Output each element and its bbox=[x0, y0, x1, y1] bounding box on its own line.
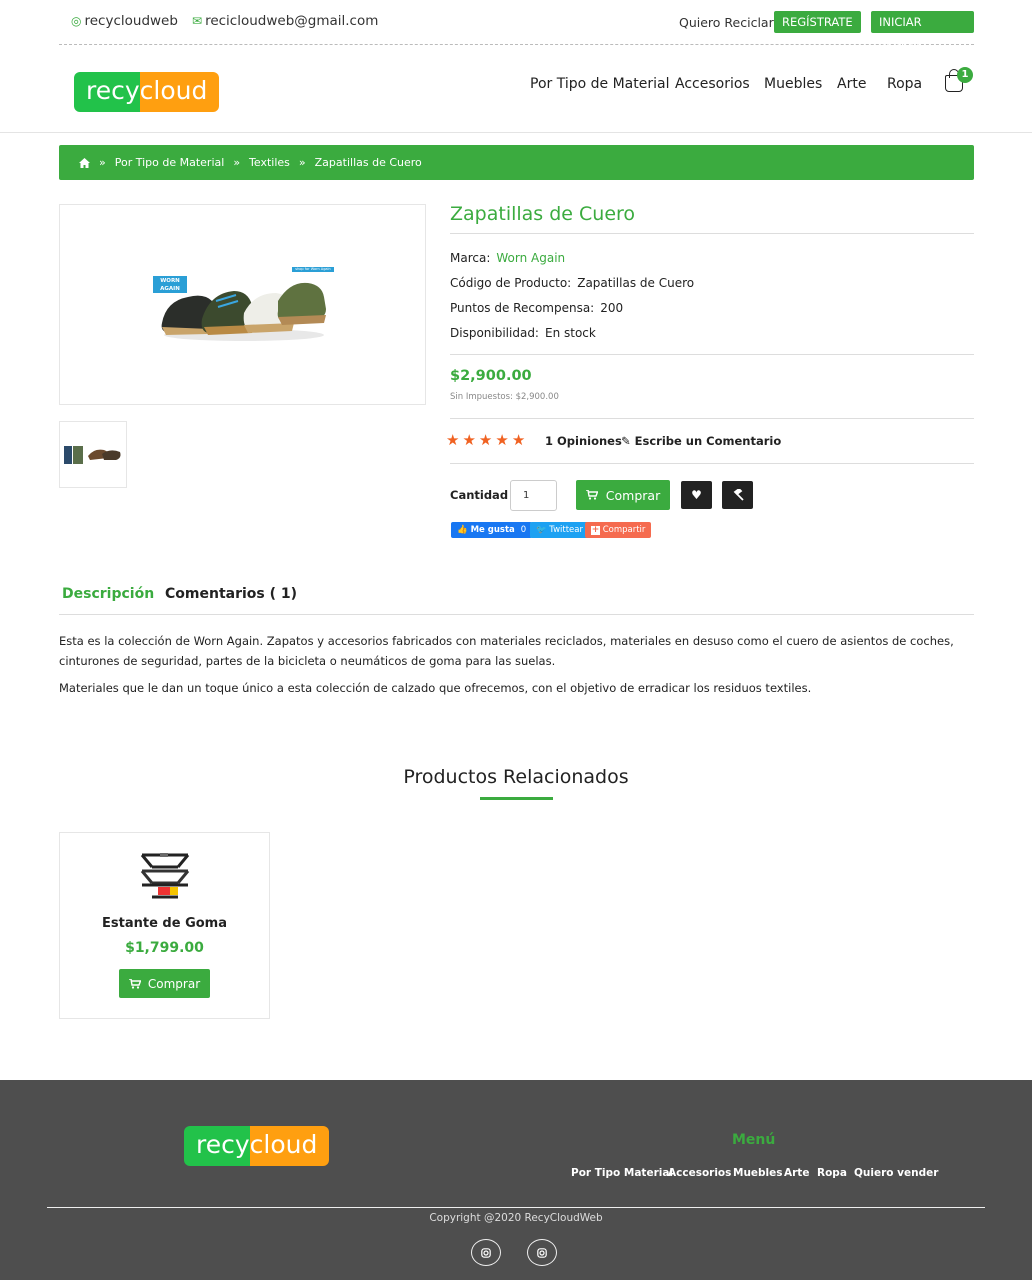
instagram-icon bbox=[481, 1247, 491, 1258]
footer: recy cloud Menú Por Tipo Material Accesor… bbox=[0, 1080, 1032, 1280]
share-button[interactable]: + Compartir bbox=[585, 522, 652, 538]
wishlist-button[interactable]: ♥ bbox=[681, 481, 712, 509]
description-paragraph-1: Esta es la colección de Worn Again. Zapa… bbox=[59, 634, 954, 668]
brand-row: Marca: Worn Again bbox=[450, 251, 566, 265]
reviews-link[interactable]: 1 Opiniones bbox=[545, 434, 622, 448]
availability-row: Disponibilidad: En stock bbox=[450, 326, 596, 340]
star-icon: ★ bbox=[478, 431, 493, 449]
email-address: recicloudweb@gmail.com bbox=[205, 13, 379, 29]
reward-points-row: Puntos de Recompensa: 200 bbox=[450, 301, 624, 315]
plus-icon: + bbox=[591, 525, 600, 535]
rubber-shelf-image bbox=[140, 853, 190, 899]
rating-stars: ★ ★ ★ ★ ★ bbox=[446, 432, 525, 448]
cart-icon bbox=[585, 490, 598, 500]
related-product-name[interactable]: Estante de Goma bbox=[59, 916, 270, 931]
related-buy-button[interactable]: Comprar bbox=[119, 969, 210, 998]
instagram-icon: ◎ bbox=[71, 14, 82, 28]
thumbs-up-icon: 👍 bbox=[457, 525, 468, 535]
footer-link-quiero-vender[interactable]: Quiero vender bbox=[854, 1167, 938, 1179]
footer-link-arte[interactable]: Arte bbox=[784, 1167, 809, 1179]
site-logo[interactable]: recy cloud bbox=[74, 72, 220, 112]
copyright: Copyright @2020 RecyCloudWeb bbox=[429, 1212, 603, 1224]
footer-link-material[interactable]: Por Tipo Material bbox=[571, 1167, 673, 1179]
description-paragraph-2: Materiales que le dan un toque único a e… bbox=[59, 681, 812, 695]
price-without-tax: Sin Impuestos: $2,900.00 bbox=[450, 392, 559, 402]
breadcrumb-item-textiles[interactable]: Textiles bbox=[249, 156, 290, 169]
footer-link-accesorios[interactable]: Accesorios bbox=[668, 1167, 731, 1179]
star-icon: ★ bbox=[462, 431, 476, 449]
nav-item-accesorios[interactable]: Accesorios bbox=[675, 76, 750, 92]
product-thumbnail[interactable] bbox=[59, 421, 127, 488]
write-review-link[interactable]: ✎ Escribe un Comentario bbox=[621, 434, 781, 448]
instagram-icon bbox=[537, 1247, 547, 1258]
related-product-price: $1,799.00 bbox=[125, 940, 204, 956]
title-underline bbox=[480, 797, 553, 800]
buy-button[interactable]: Comprar bbox=[576, 480, 670, 510]
breadcrumb-separator: » bbox=[99, 156, 106, 169]
nav-item-muebles[interactable]: Muebles bbox=[764, 76, 822, 92]
email-contact[interactable]: ✉ recicloudweb@gmail.com bbox=[192, 13, 378, 29]
shoes-illustration bbox=[161, 282, 326, 341]
mail-icon: ✉ bbox=[192, 14, 203, 28]
quantity-input[interactable]: 1 bbox=[510, 480, 557, 511]
breadcrumb-item-current[interactable]: Zapatillas de Cuero bbox=[315, 156, 422, 169]
breadcrumb: » Por Tipo de Material » Textiles » Zapa… bbox=[59, 145, 974, 180]
product-code-row: Código de Producto: Zapatillas de Cuero bbox=[450, 276, 695, 290]
related-products-title: Productos Relacionados bbox=[403, 766, 629, 788]
breadcrumb-separator: » bbox=[233, 156, 241, 169]
breadcrumb-item-material[interactable]: Por Tipo de Material bbox=[115, 156, 225, 169]
tab-comments[interactable]: Comentarios ( 1) bbox=[165, 586, 297, 602]
product-main-image[interactable]: WORN AGAIN shop for Worn Again bbox=[59, 204, 426, 405]
instagram-button[interactable] bbox=[471, 1239, 501, 1266]
star-icon: ★ bbox=[495, 431, 509, 449]
heart-icon: ♥ bbox=[691, 488, 702, 502]
breadcrumb-separator: » bbox=[298, 156, 306, 169]
instagram-handle: recycloudweb bbox=[84, 13, 178, 29]
nav-item-material[interactable]: Por Tipo de Material bbox=[530, 76, 669, 92]
quiero-reciclar-link[interactable]: Quiero Reciclar bbox=[679, 15, 774, 30]
star-icon: ★ bbox=[511, 431, 526, 449]
cart-count-badge: 1 bbox=[957, 67, 973, 83]
gavel-icon bbox=[733, 489, 744, 501]
twitter-icon: 🐦 bbox=[536, 525, 547, 535]
instagram-button[interactable] bbox=[527, 1239, 557, 1266]
footer-link-muebles[interactable]: Muebles bbox=[733, 1167, 783, 1179]
edit-icon: ✎ bbox=[621, 434, 631, 448]
product-title: Zapatillas de Cuero bbox=[450, 203, 636, 225]
main-header: recy cloud Por Tipo de Material Accesorio… bbox=[0, 45, 1032, 133]
register-button[interactable]: REGÍSTRATE bbox=[774, 11, 861, 33]
brand-link[interactable]: Worn Again bbox=[496, 251, 565, 265]
instagram-contact[interactable]: ◎ recycloudweb bbox=[71, 13, 178, 29]
home-icon[interactable] bbox=[79, 157, 90, 168]
compare-button[interactable] bbox=[722, 481, 753, 509]
facebook-like-button[interactable]: 👍 Me gusta 0 bbox=[451, 522, 533, 538]
tab-description[interactable]: Descripción bbox=[62, 586, 154, 602]
top-bar: ◎ recycloudweb ✉ recicloudweb@gmail.com … bbox=[59, 0, 974, 51]
thumbnail-image bbox=[64, 446, 121, 464]
twitter-button[interactable]: 🐦 Twittear bbox=[530, 522, 589, 538]
cart-button[interactable]: 1 bbox=[944, 67, 973, 93]
nav-item-ropa[interactable]: Ropa bbox=[887, 76, 922, 92]
quantity-label: Cantidad bbox=[450, 488, 509, 502]
footer-menu-title: Menú bbox=[732, 1132, 776, 1148]
nav-item-arte[interactable]: Arte bbox=[837, 76, 866, 92]
star-icon: ★ bbox=[446, 431, 460, 449]
login-button[interactable]: INICIAR SESIÓN bbox=[871, 11, 974, 51]
footer-link-ropa[interactable]: Ropa bbox=[817, 1167, 847, 1179]
product-price: $2,900.00 bbox=[450, 368, 532, 384]
cart-icon bbox=[128, 978, 141, 989]
footer-logo[interactable]: recy cloud bbox=[184, 1126, 330, 1166]
